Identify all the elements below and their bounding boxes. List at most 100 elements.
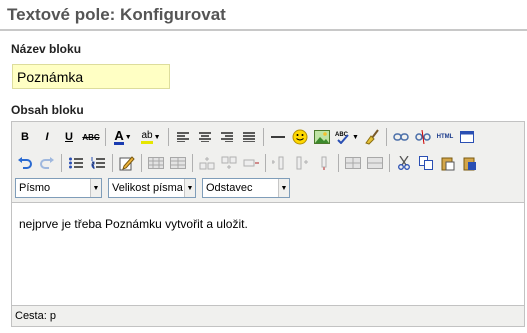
toolbar-separator (386, 128, 387, 146)
chevron-down-icon: ▼ (153, 133, 161, 141)
split-cells-button[interactable] (343, 153, 363, 173)
row-insert-after-icon (221, 156, 237, 169)
rich-text-editor: B I U ABC A ▼ ab ▼ ABC ▼ HTML Písmo ▼ Ve… (11, 121, 525, 327)
toolbar-row-3: Písmo ▼ Velikost písma ▼ Odstavec ▼ (15, 177, 296, 199)
column-insert-before-icon (272, 156, 284, 170)
toolbar-separator (265, 154, 266, 172)
block-name-input[interactable] (12, 64, 170, 89)
editor-content-area[interactable]: nejprve je třeba Poznámku vytvořit a ulo… (12, 202, 524, 306)
bullet-list-icon (69, 157, 83, 169)
cut-button[interactable] (394, 153, 414, 173)
chevron-down-icon: ▼ (352, 133, 359, 141)
insert-link-button[interactable] (391, 127, 411, 147)
undo-icon (18, 157, 32, 169)
paste-word-button[interactable] (460, 153, 480, 173)
col-before-button[interactable] (270, 153, 290, 173)
spellcheck-icon: ABC (335, 132, 349, 144)
smiley-icon (292, 129, 308, 145)
col-after-button[interactable] (292, 153, 312, 173)
insert-image-button[interactable] (312, 127, 332, 147)
image-icon (314, 130, 330, 144)
toolbar-separator (112, 154, 113, 172)
fullscreen-icon (460, 131, 474, 143)
row-after-button[interactable] (219, 153, 239, 173)
fullscreen-button[interactable] (457, 127, 477, 147)
toolbar-separator (338, 154, 339, 172)
chevron-down-icon: ▼ (90, 179, 101, 197)
edit-icon (119, 156, 135, 171)
align-right-button[interactable] (217, 127, 237, 147)
insert-table-button[interactable] (146, 153, 166, 173)
scissors-icon (398, 156, 410, 170)
align-center-button[interactable] (195, 127, 215, 147)
toolbar-separator (389, 154, 390, 172)
title-divider (0, 29, 527, 31)
emoticon-button[interactable] (290, 127, 310, 147)
row-before-button[interactable] (197, 153, 217, 173)
merge-cells-button[interactable] (365, 153, 385, 173)
undo-button[interactable] (15, 153, 35, 173)
column-insert-after-icon (296, 156, 308, 170)
redo-icon (40, 157, 54, 169)
toolbar-separator (141, 154, 142, 172)
table-icon (148, 157, 164, 169)
toolbar-row-2 (15, 152, 482, 174)
table-properties-icon (170, 157, 186, 169)
highlight-color-button[interactable]: ab ▼ (138, 127, 164, 147)
delete-row-button[interactable] (241, 153, 261, 173)
font-family-value: Písmo (19, 182, 51, 194)
chevron-down-icon: ▼ (278, 179, 289, 197)
paste-icon (441, 157, 455, 170)
bold-button[interactable]: B (15, 127, 35, 147)
unlink-icon (415, 130, 431, 144)
editor-status-bar: Cesta: p (15, 310, 56, 322)
toolbar-separator (263, 128, 264, 146)
numbered-list-button[interactable] (88, 153, 108, 173)
horizontal-rule-button[interactable] (268, 127, 288, 147)
align-center-icon (199, 132, 211, 142)
strikethrough-button[interactable]: ABC (81, 127, 101, 147)
format-select[interactable]: Odstavec ▼ (202, 178, 290, 198)
link-icon (393, 133, 409, 141)
unlink-button[interactable] (413, 127, 433, 147)
italic-button[interactable]: I (37, 127, 57, 147)
underline-button[interactable]: U (59, 127, 79, 147)
font-family-select[interactable]: Písmo ▼ (15, 178, 102, 198)
block-content-label: Obsah bloku (11, 103, 84, 117)
horizontal-rule-icon (271, 136, 285, 138)
page-title: Textové pole: Konfigurovat (7, 5, 226, 24)
delete-col-button[interactable] (314, 153, 334, 173)
broom-icon (365, 129, 379, 145)
font-size-select[interactable]: Velikost písma ▼ (108, 178, 196, 198)
copy-button[interactable] (416, 153, 436, 173)
toolbar-separator (192, 154, 193, 172)
html-source-button[interactable]: HTML (435, 127, 455, 147)
delete-column-icon (321, 156, 327, 170)
paste-word-icon (463, 157, 476, 170)
align-justify-button[interactable] (239, 127, 259, 147)
bullet-list-button[interactable] (66, 153, 86, 173)
toolbar-row-1: B I U ABC A ▼ ab ▼ ABC ▼ HTML (15, 126, 479, 148)
align-left-button[interactable] (173, 127, 193, 147)
copy-icon (419, 156, 433, 170)
table-props-button[interactable] (168, 153, 188, 173)
editor-content-text: nejprve je třeba Poznámku vytvořit a ulo… (19, 217, 248, 231)
merge-cells-icon (367, 157, 383, 169)
format-value: Odstavec (206, 182, 253, 194)
spellcheck-button[interactable]: ABC ▼ (334, 127, 360, 147)
font-size-value: Velikost písma (112, 182, 183, 194)
toolbar-separator (61, 154, 62, 172)
paste-button[interactable] (438, 153, 458, 173)
redo-button[interactable] (37, 153, 57, 173)
delete-row-icon (243, 159, 259, 167)
font-color-button[interactable]: A ▼ (110, 127, 136, 147)
block-name-label: Název bloku (11, 42, 82, 56)
align-left-icon (177, 132, 189, 142)
edit-style-button[interactable] (117, 153, 137, 173)
row-insert-before-icon (199, 157, 215, 170)
split-cells-icon (345, 157, 361, 169)
cleanup-button[interactable] (362, 127, 382, 147)
align-right-icon (221, 132, 233, 142)
toolbar-separator (105, 128, 106, 146)
chevron-down-icon: ▼ (124, 133, 132, 141)
